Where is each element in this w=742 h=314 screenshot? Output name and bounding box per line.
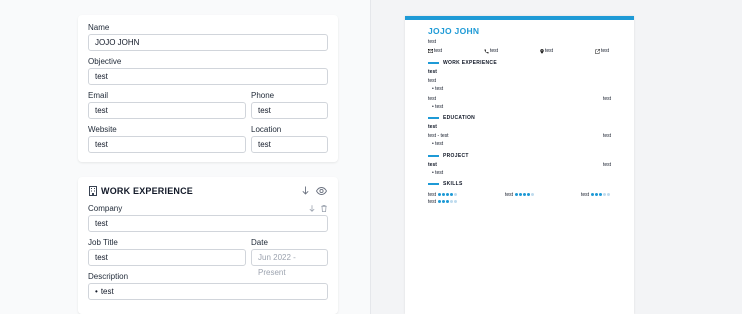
resume-project-name: test: [428, 162, 437, 168]
rating-dot: [438, 193, 442, 197]
location-field[interactable]: test: [251, 136, 328, 153]
location-label: Location: [251, 125, 282, 134]
resume-skill-item: test: [428, 199, 458, 205]
website-label: Website: [88, 125, 117, 134]
resume-name: JOJO JOHN: [428, 26, 480, 36]
rating-dot: [454, 193, 458, 197]
resume-education-bullet: • test: [432, 141, 444, 147]
rating-dot: [450, 193, 454, 197]
location-pin-icon: [540, 48, 544, 54]
resume-skill-item: test: [428, 192, 458, 198]
rating-dot: [446, 200, 450, 204]
resume-education-school: test: [428, 124, 437, 130]
resume-skill-item: test: [505, 192, 535, 198]
trash-icon[interactable]: [320, 204, 327, 213]
form-pane: Name JOJO JOHN Objective test Email test…: [0, 0, 371, 314]
resume-work-date-2: test: [603, 96, 612, 102]
company-label: Company: [88, 204, 123, 213]
resume-skills-heading: SKILLS: [428, 181, 463, 187]
date-field[interactable]: Jun 2022 - Present: [251, 249, 328, 277]
rating-dot: [531, 193, 535, 197]
work-experience-title: WORK EXPERIENCE: [101, 186, 194, 196]
external-link-icon: [595, 48, 600, 54]
job-title-label: Job Title: [88, 238, 118, 247]
skill-rating: [438, 193, 458, 197]
rating-dot: [527, 193, 531, 197]
phone-label: Phone: [251, 91, 275, 100]
phone-icon: [484, 48, 489, 54]
objective-field[interactable]: test: [88, 68, 328, 85]
email-label: Email: [88, 91, 109, 100]
resume-preview: JOJO JOHN test test test test test WORK …: [405, 16, 634, 314]
skill-rating: [515, 193, 535, 197]
website-field[interactable]: test: [88, 136, 246, 153]
rating-dot: [438, 200, 442, 204]
resume-email: test: [428, 48, 442, 54]
resume-work-company: test: [428, 69, 437, 75]
rating-dot: [446, 193, 450, 197]
resume-location: test: [540, 48, 553, 54]
rating-dot: [515, 193, 519, 197]
profile-card: Name JOJO JOHN Objective test Email test…: [78, 15, 338, 162]
description-field[interactable]: • test: [88, 283, 328, 300]
arrow-down-icon[interactable]: [300, 185, 310, 196]
phone-field[interactable]: test: [251, 102, 328, 119]
name-label: Name: [88, 23, 110, 32]
skill-rating: [591, 193, 611, 197]
rating-dot: [591, 193, 595, 197]
resume-education-heading: EDUCATION: [428, 115, 475, 121]
rating-dot: [523, 193, 527, 197]
resume-project-bullet: • test: [432, 170, 444, 176]
building-icon: [88, 185, 97, 196]
rating-dot: [450, 200, 454, 204]
company-field[interactable]: test: [88, 215, 328, 232]
skill-rating: [438, 200, 458, 204]
objective-label: Objective: [88, 57, 122, 66]
resume-work-bullet-2: • test: [432, 104, 444, 110]
rating-dot: [442, 200, 446, 204]
resume-top-bar: [405, 16, 634, 20]
job-title-field[interactable]: test: [88, 249, 246, 266]
work-experience-card: WORK EXPERIENCE Company test Job Title t…: [78, 177, 338, 314]
resume-work-bullet: • test: [432, 86, 444, 92]
resume-education-degree: test - test: [428, 133, 449, 139]
rating-dot: [454, 200, 458, 204]
rating-dot: [603, 193, 607, 197]
rating-dot: [442, 193, 446, 197]
description-text: test: [100, 287, 114, 296]
rating-dot: [607, 193, 611, 197]
eye-icon[interactable]: [315, 185, 327, 196]
description-bullet: •: [95, 287, 98, 296]
resume-work-title-2: test: [428, 96, 437, 102]
resume-work-heading: WORK EXPERIENCE: [428, 60, 497, 66]
description-label: Description: [88, 272, 129, 281]
rating-dot: [599, 193, 603, 197]
resume-project-heading: PROJECT: [428, 153, 469, 159]
resume-work-title: test: [428, 78, 437, 84]
date-label: Date: [251, 238, 268, 247]
resume-skill-item: test: [581, 192, 611, 198]
rating-dot: [595, 193, 599, 197]
email-field[interactable]: test: [88, 102, 246, 119]
resume-objective: test: [428, 39, 437, 45]
resume-website: test: [595, 48, 609, 54]
name-field[interactable]: JOJO JOHN: [88, 34, 328, 51]
resume-project-date: test: [603, 162, 612, 168]
arrow-down-icon[interactable]: [308, 204, 315, 213]
resume-phone: test: [484, 48, 498, 54]
mail-icon: [428, 49, 433, 53]
rating-dot: [519, 193, 523, 197]
resume-education-date: test: [603, 133, 612, 139]
